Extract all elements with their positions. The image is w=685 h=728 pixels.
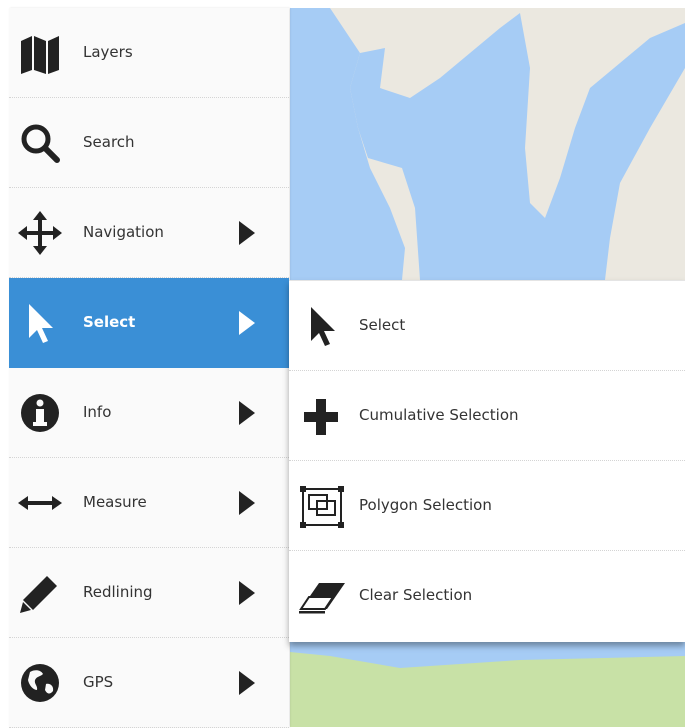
menu-item-label: Info bbox=[83, 403, 112, 421]
info-circle-icon bbox=[17, 390, 63, 436]
chevron-right-icon bbox=[239, 221, 255, 245]
menu-item-label: Search bbox=[83, 133, 135, 151]
move-arrows-icon bbox=[17, 210, 63, 256]
pencil-icon bbox=[17, 570, 63, 616]
submenu-item-polygon-selection[interactable]: Polygon Selection bbox=[289, 461, 685, 551]
globe-icon bbox=[17, 660, 63, 706]
submenu-item-label: Cumulative Selection bbox=[359, 406, 519, 424]
menu-item-measure[interactable]: Measure bbox=[9, 458, 289, 548]
eraser-icon bbox=[297, 573, 347, 621]
main-menu: Layers Search Navigation Select Info Mea… bbox=[9, 8, 289, 728]
submenu-item-select[interactable]: Select bbox=[289, 281, 685, 371]
horizontal-arrows-icon bbox=[17, 480, 63, 526]
submenu-item-clear-selection[interactable]: Clear Selection bbox=[289, 551, 685, 641]
menu-item-info[interactable]: Info bbox=[9, 368, 289, 458]
menu-item-search[interactable]: Search bbox=[9, 98, 289, 188]
menu-item-label: Select bbox=[83, 313, 136, 331]
select-submenu: Select Cumulative Selection Polygon Sele… bbox=[289, 280, 685, 642]
menu-item-label: GPS bbox=[83, 673, 114, 691]
submenu-item-label: Select bbox=[359, 316, 406, 334]
menu-item-navigation[interactable]: Navigation bbox=[9, 188, 289, 278]
menu-item-select[interactable]: Select bbox=[9, 278, 289, 368]
menu-item-label: Navigation bbox=[83, 223, 164, 241]
plus-icon bbox=[297, 393, 347, 441]
chevron-right-icon bbox=[239, 491, 255, 515]
menu-item-label: Layers bbox=[83, 43, 133, 61]
chevron-right-icon bbox=[239, 671, 255, 695]
menu-item-label: Measure bbox=[83, 493, 147, 511]
polygon-selection-icon bbox=[297, 483, 347, 531]
submenu-item-cumulative-selection[interactable]: Cumulative Selection bbox=[289, 371, 685, 461]
menu-item-label: Redlining bbox=[83, 583, 153, 601]
submenu-item-label: Clear Selection bbox=[359, 586, 473, 604]
menu-item-gps[interactable]: GPS bbox=[9, 638, 289, 728]
menu-item-redlining[interactable]: Redlining bbox=[9, 548, 289, 638]
chevron-right-icon bbox=[239, 311, 255, 335]
search-icon bbox=[17, 120, 63, 166]
submenu-item-label: Polygon Selection bbox=[359, 496, 492, 514]
cursor-pointer-icon bbox=[297, 303, 347, 351]
map-icon bbox=[17, 30, 63, 76]
chevron-right-icon bbox=[239, 581, 255, 605]
chevron-right-icon bbox=[239, 401, 255, 425]
cursor-pointer-icon bbox=[17, 300, 63, 346]
menu-item-layers[interactable]: Layers bbox=[9, 8, 289, 98]
